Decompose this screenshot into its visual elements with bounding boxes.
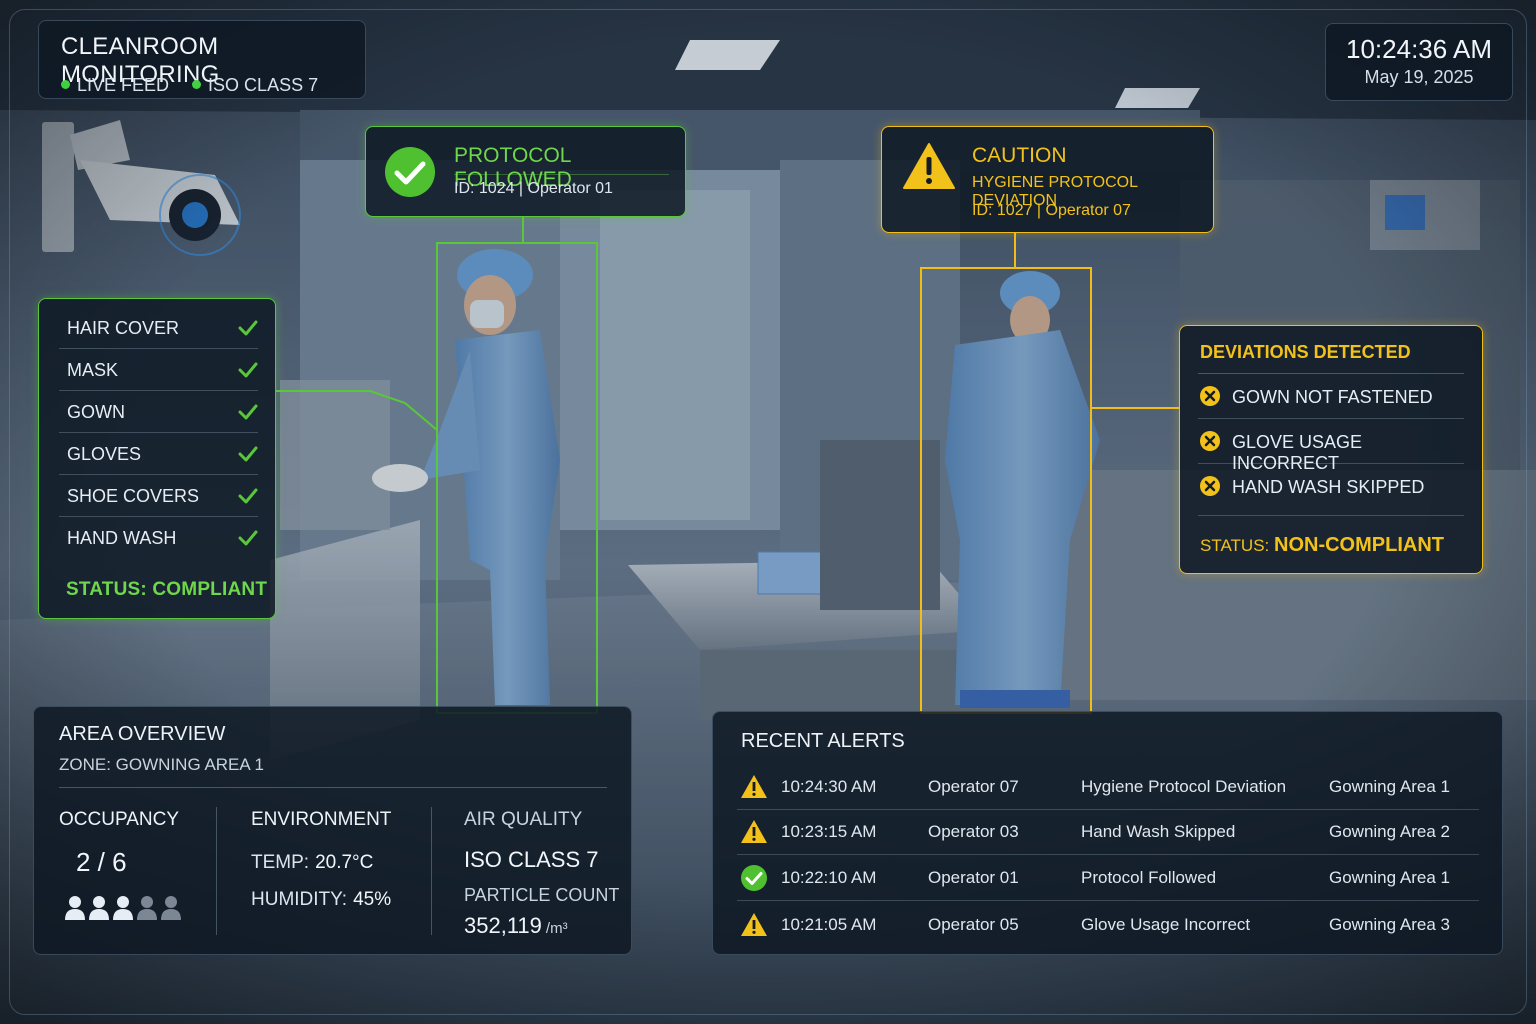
checklist-item-mask: MASK — [59, 349, 258, 391]
particle-count-value: 352,119/m³ — [464, 913, 568, 938]
humidity-reading: HUMIDITY: 45% — [251, 889, 392, 910]
check-circle-icon — [741, 865, 767, 891]
particle-count-label: PARTICLE COUNT — [464, 885, 620, 905]
caution-callout[interactable]: CAUTION HYGIENE PROTOCOL DEVIATION ID: 1… — [881, 126, 1214, 233]
alert-row[interactable]: 10:24:30 AM Operator 07 Hygiene Protocol… — [737, 764, 1479, 810]
recent-alerts-panel: RECENT ALERTS 10:24:30 AM Operator 07 Hy… — [712, 711, 1503, 955]
air-quality-heading: AIR QUALITY — [464, 809, 583, 830]
iso-class-value: ISO CLASS 7 — [464, 847, 599, 872]
check-icon — [238, 320, 258, 336]
callout-operator-id: ID: 1024 | Operator 01 — [454, 180, 613, 197]
deviations-panel: DEVIATIONS DETECTED GOWN NOT FASTENED GL… — [1179, 325, 1483, 574]
alert-row[interactable]: 10:22:10 AM Operator 01 Protocol Followe… — [737, 855, 1479, 901]
title-panel: CLEANROOM MONITORING LIVE FEED ISO CLASS… — [38, 20, 366, 99]
protocol-followed-callout[interactable]: PROTOCOL FOLLOWED ID: 1024 | Operator 01 — [365, 126, 686, 217]
alert-row[interactable]: 10:21:05 AM Operator 05 Glove Usage Inco… — [737, 902, 1479, 948]
live-dot-icon — [61, 80, 70, 89]
warning-triangle-icon — [741, 820, 767, 843]
overview-divider — [59, 787, 607, 788]
occupancy-value: 2 / 6 — [76, 847, 127, 877]
warning-triangle-icon — [741, 913, 767, 936]
check-icon — [238, 362, 258, 378]
person-icon — [65, 896, 85, 920]
temperature-reading: TEMP: 20.7°C — [251, 852, 374, 873]
callout-title: CAUTION — [972, 144, 1067, 167]
person-icon — [161, 896, 181, 920]
status-tags: LIVE FEED ISO CLASS 7 — [61, 75, 336, 96]
clock-panel: 10:24:36 AM May 19, 2025 — [1325, 23, 1513, 101]
person-icon — [113, 896, 133, 920]
column-divider — [216, 807, 217, 935]
occupancy-heading: OCCUPANCY — [59, 809, 179, 830]
check-icon — [238, 530, 258, 546]
area-overview-panel: AREA OVERVIEW ZONE: GOWNING AREA 1 OCCUP… — [33, 706, 632, 955]
check-icon — [238, 488, 258, 504]
check-circle-icon — [385, 147, 435, 197]
warning-triangle-icon — [903, 143, 955, 189]
zone-label: ZONE: GOWNING AREA 1 — [59, 755, 264, 774]
warning-triangle-icon — [741, 775, 767, 798]
person-icon — [89, 896, 109, 920]
x-circle-icon — [1200, 431, 1220, 451]
compliance-status: STATUS: COMPLIANT — [66, 579, 268, 600]
alerts-title: RECENT ALERTS — [741, 730, 905, 752]
checklist-item-hair-cover: HAIR COVER — [59, 307, 258, 349]
overview-title: AREA OVERVIEW — [59, 723, 226, 745]
iso-dot-icon — [192, 80, 202, 89]
deviation-status-value: NON-COMPLIANT — [1274, 534, 1444, 556]
deviation-item: HAND WASH SKIPPED — [1198, 464, 1464, 516]
live-feed-tag: LIVE FEED — [61, 75, 169, 95]
check-icon — [238, 446, 258, 462]
checklist-item-gloves: GLOVES — [59, 433, 258, 475]
checklist-item-gown: GOWN — [59, 391, 258, 433]
clock-date: May 19, 2025 — [1364, 67, 1474, 87]
alert-row[interactable]: 10:23:15 AM Operator 03 Hand Wash Skippe… — [737, 809, 1479, 855]
callout-divider — [454, 174, 669, 175]
ppe-checklist-panel: HAIR COVER MASK GOWN GLOVES SHOE COVERS … — [38, 298, 276, 619]
x-circle-icon — [1200, 476, 1220, 496]
person-icon — [137, 896, 157, 920]
environment-heading: ENVIRONMENT — [251, 809, 392, 830]
deviation-status: STATUS: NON-COMPLIANT — [1200, 534, 1444, 556]
x-circle-icon — [1200, 386, 1220, 406]
deviation-item: GOWN NOT FASTENED — [1198, 374, 1464, 419]
checklist-item-shoe-covers: SHOE COVERS — [59, 475, 258, 517]
iso-class-tag: ISO CLASS 7 — [192, 75, 318, 95]
callout-operator-id: ID: 1027 | Operator 07 — [972, 202, 1131, 219]
check-icon — [238, 404, 258, 420]
clock-time: 10:24:36 AM — [1346, 34, 1492, 64]
column-divider — [431, 807, 432, 935]
deviations-title: DEVIATIONS DETECTED — [1200, 342, 1411, 362]
deviation-item: GLOVE USAGE INCORRECT — [1198, 419, 1464, 473]
checklist-item-hand-wash: HAND WASH — [59, 517, 258, 559]
occupancy-person-icons — [65, 896, 181, 920]
